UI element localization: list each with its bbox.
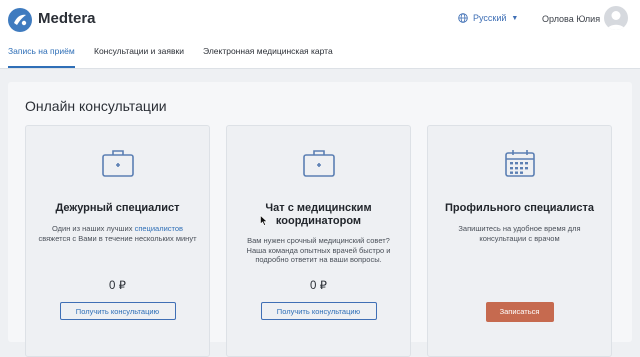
card-chat-coordinator: Чат с медицинским координатором Вам нуже… bbox=[226, 125, 411, 357]
globe-icon bbox=[458, 13, 468, 23]
top-header: Medtera Русский ▼ Орлова Юлия Запись на … bbox=[0, 0, 640, 69]
language-selector[interactable]: Русский ▼ bbox=[458, 13, 518, 23]
chevron-down-icon: ▼ bbox=[511, 14, 519, 22]
get-consultation-button[interactable]: Получить консультацию bbox=[59, 302, 176, 320]
brand-name: Medtera bbox=[38, 10, 96, 27]
card-title: Дежурный специалист bbox=[55, 202, 180, 214]
online-consultations-panel: Онлайн консультации Дежурный специалист … bbox=[8, 82, 632, 357]
card-title: Чат с медицинским координатором bbox=[265, 202, 372, 227]
tab-medical-record[interactable]: Электронная медицинская карта bbox=[203, 44, 333, 66]
medical-case-icon bbox=[302, 150, 335, 177]
user-icon bbox=[607, 11, 625, 30]
price: 0 ₽ bbox=[109, 280, 126, 292]
book-appointment-button[interactable]: Записаться bbox=[485, 302, 554, 322]
medtera-logo-icon[interactable] bbox=[8, 8, 32, 32]
card-duty-specialist: Дежурный специалист Один из наших лучших… bbox=[25, 125, 210, 357]
avatar[interactable] bbox=[604, 6, 628, 30]
price: 0 ₽ bbox=[310, 280, 327, 292]
card-title: Профильного специалиста bbox=[445, 202, 594, 214]
page-title: Онлайн консультации bbox=[25, 98, 167, 114]
medical-case-icon bbox=[101, 150, 134, 177]
tab-consultations[interactable]: Консультации и заявки bbox=[94, 44, 184, 66]
mouse-cursor-icon bbox=[260, 215, 268, 226]
card-description: Вам нужен срочный медицинский совет? Наш… bbox=[246, 236, 391, 264]
main-nav: Запись на приём Консультации и заявки Эл… bbox=[0, 44, 640, 68]
card-description: Запишитесь на удобное время для консульт… bbox=[458, 224, 581, 243]
card-description: Один из наших лучших специалистов свяжет… bbox=[38, 224, 197, 243]
get-consultation-button[interactable]: Получить консультацию bbox=[260, 302, 377, 320]
tab-appointment[interactable]: Запись на приём bbox=[8, 44, 75, 68]
card-description-text: свяжется с Вами в течение нескольких мин… bbox=[38, 233, 197, 243]
card-description-text: Один из наших лучших bbox=[51, 224, 133, 233]
user-name[interactable]: Орлова Юлия bbox=[542, 14, 600, 24]
calendar-icon bbox=[504, 150, 535, 177]
language-label: Русский bbox=[473, 13, 507, 23]
specialists-link[interactable]: специалистов bbox=[135, 224, 183, 233]
card-profile-specialist: Профильного специалиста Запишитесь на уд… bbox=[427, 125, 612, 357]
